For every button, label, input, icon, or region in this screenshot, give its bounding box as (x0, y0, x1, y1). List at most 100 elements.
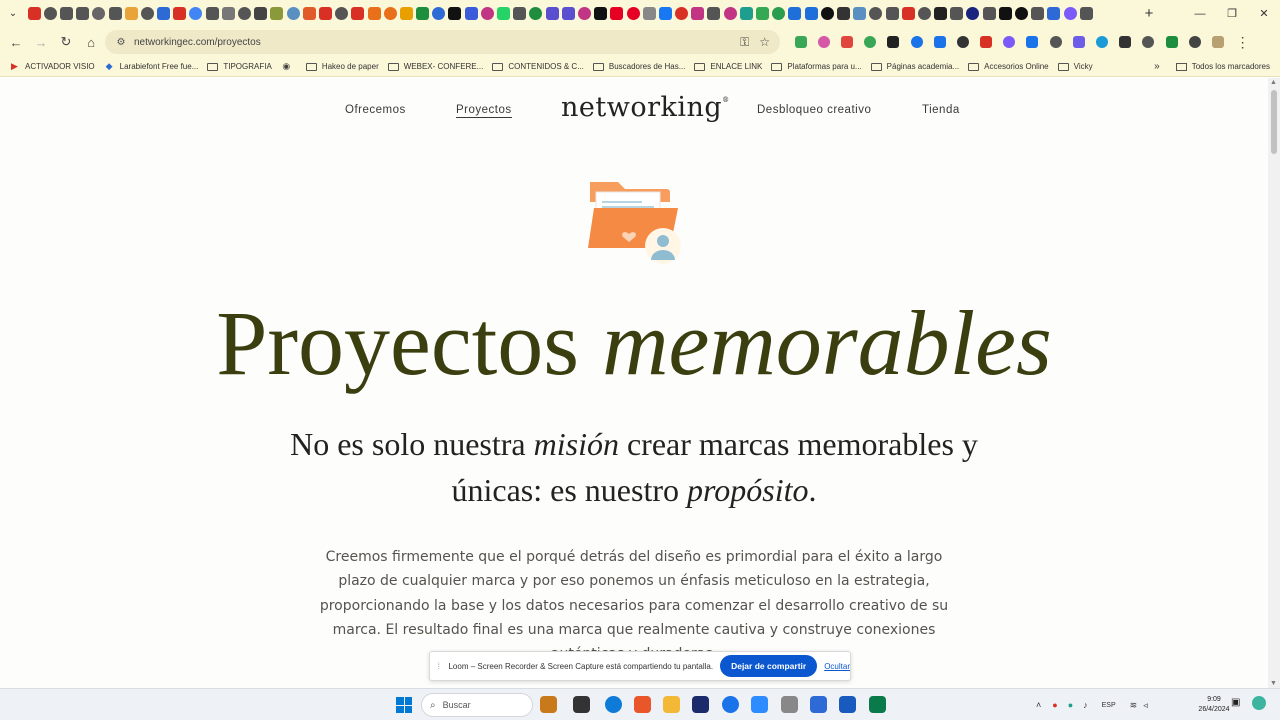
bookmark-item[interactable]: Plataformas para u... (771, 62, 862, 71)
extension-icon[interactable] (794, 36, 807, 48)
language-indicator[interactable]: ESP (1102, 702, 1116, 709)
taskbar-app-icon[interactable] (605, 696, 622, 713)
copilot-icon[interactable] (1252, 696, 1266, 710)
bookmark-item[interactable]: ◆ Larabiefont Free fue... (104, 61, 199, 72)
bookmark-item[interactable]: ▶ ACTIVADOR VISIO (9, 61, 95, 72)
extension-icon[interactable] (887, 36, 900, 48)
tab-favicon-icon[interactable] (76, 7, 90, 20)
tab-favicon-icon[interactable] (529, 7, 543, 20)
back-icon[interactable]: ← (4, 30, 28, 54)
close-button[interactable]: ✕ (1248, 0, 1280, 27)
bookmark-item[interactable]: WEBEX- CONFERE... (387, 62, 483, 71)
bookmarks-overflow-icon[interactable]: » (1154, 61, 1160, 72)
tab-favicon-icon[interactable] (820, 7, 834, 20)
taskbar-app-icon[interactable] (540, 696, 557, 713)
extension-icon[interactable] (1049, 36, 1062, 48)
tab-favicon-icon[interactable] (691, 7, 705, 20)
reload-icon[interactable]: ↻ (54, 30, 78, 54)
tray-overflow-icon[interactable]: ˄ (1036, 700, 1041, 710)
extension-icon[interactable] (864, 36, 877, 48)
extension-icon[interactable] (1072, 36, 1085, 48)
extension-icon[interactable] (1026, 36, 1039, 48)
tab-favicon-icon[interactable] (254, 7, 268, 20)
stop-sharing-button[interactable]: Dejar de compartir (720, 655, 818, 677)
taskbar-app-icon[interactable] (810, 696, 827, 713)
browser-menu-icon[interactable]: ⋮ (1236, 34, 1250, 51)
tab-favicon-icon[interactable] (173, 7, 187, 20)
bookmark-item[interactable]: TIPOGRAFIA (207, 62, 272, 71)
tab-favicon-icon[interactable] (335, 7, 349, 20)
tab-favicon-icon[interactable] (124, 7, 138, 20)
tab-favicon-icon[interactable] (448, 7, 462, 20)
taskbar-app-icon[interactable] (869, 696, 886, 713)
bookmark-item[interactable]: Vicky (1057, 62, 1093, 71)
tab-favicon-icon[interactable] (497, 7, 511, 20)
tab-favicon-icon[interactable] (836, 7, 850, 20)
minimize-button[interactable]: — (1184, 0, 1216, 27)
tab-favicon-icon[interactable] (642, 7, 656, 20)
volume-icon[interactable]: ◃ (1143, 700, 1148, 711)
tab-favicon-icon[interactable] (140, 7, 154, 20)
tab-favicon-icon[interactable] (950, 7, 964, 20)
taskbar-search[interactable]: ⌕ Buscar (421, 693, 533, 717)
tab-favicon-icon[interactable] (756, 7, 770, 20)
tab-favicon-icon[interactable] (788, 7, 802, 20)
scroll-thumb[interactable] (1271, 90, 1277, 154)
taskbar-app-icon[interactable] (839, 696, 856, 713)
tab-favicon-icon[interactable] (1015, 7, 1029, 20)
tab-favicon-icon[interactable] (480, 7, 494, 20)
taskbar-app-icon[interactable] (722, 696, 739, 713)
tab-favicon-icon[interactable] (772, 7, 786, 20)
new-tab-button[interactable]: + (1136, 5, 1162, 22)
tab-favicon-icon[interactable] (238, 7, 252, 20)
tab-favicon-icon[interactable] (416, 7, 430, 20)
site-logo[interactable]: networking® (561, 92, 730, 123)
microphone-icon[interactable]: ♪ (1083, 700, 1088, 710)
nav-tienda[interactable]: Tienda (922, 104, 960, 116)
bookmark-item[interactable]: Buscadores de Has... (592, 62, 685, 71)
drag-handle-icon[interactable]: ⁞ (432, 661, 445, 671)
bookmark-item[interactable]: CONTENIDOS & C... (492, 62, 584, 71)
tab-favicon-icon[interactable] (966, 7, 980, 20)
tray-app-icon[interactable]: ● (1052, 700, 1057, 710)
tab-favicon-icon[interactable] (658, 7, 672, 20)
tab-favicon-icon[interactable] (577, 7, 591, 20)
scroll-down-icon[interactable]: ▼ (1270, 680, 1277, 687)
extension-icon[interactable] (980, 36, 993, 48)
clock[interactable]: 9:09 26/4/2024 (1196, 695, 1232, 715)
url-text[interactable]: networkingec.com/proyectos (134, 37, 740, 48)
taskbar-app-icon[interactable] (692, 696, 709, 713)
bookmark-item[interactable]: Hakeo de paper (305, 62, 379, 71)
tab-favicon-icon[interactable] (464, 7, 478, 20)
home-icon[interactable]: ⌂ (79, 30, 103, 54)
tab-favicon-icon[interactable] (157, 7, 171, 20)
nav-desbloqueo-creativo[interactable]: Desbloqueo creativo (757, 104, 871, 116)
extension-icon[interactable] (1188, 36, 1201, 48)
star-icon[interactable]: ☆ (759, 35, 770, 49)
bookmark-item[interactable]: ◉ (281, 61, 297, 72)
extension-icon[interactable] (1165, 36, 1178, 48)
tab-favicon-icon[interactable] (901, 7, 915, 20)
tab-favicon-icon[interactable] (351, 7, 365, 20)
tab-favicon-icon[interactable] (561, 7, 575, 20)
all-bookmarks[interactable]: Todos los marcadores (1175, 62, 1270, 71)
tab-favicon-icon[interactable] (594, 7, 608, 20)
tab-favicon-icon[interactable] (998, 7, 1012, 20)
tab-favicon-icon[interactable] (270, 7, 284, 20)
tab-favicon-icon[interactable] (707, 7, 721, 20)
nav-proyectos[interactable]: Proyectos (456, 104, 512, 118)
extension-icon[interactable] (956, 36, 969, 48)
tab-favicon-icon[interactable] (43, 7, 57, 20)
extension-icon[interactable] (840, 36, 853, 48)
key-icon[interactable]: ⚿ (740, 35, 749, 50)
forward-icon[interactable]: → (29, 30, 53, 54)
tab-search-chevron-icon[interactable]: ⌄ (0, 0, 26, 27)
extension-icon[interactable] (933, 36, 946, 48)
tray-app-icon[interactable]: ● (1068, 700, 1073, 710)
tab-favicon-icon[interactable] (302, 7, 316, 20)
tab-favicon-icon[interactable] (399, 7, 413, 20)
tab-favicon-icon[interactable] (108, 7, 122, 20)
tab-favicon-icon[interactable] (59, 7, 73, 20)
extension-icon[interactable] (1096, 36, 1109, 48)
hide-banner-link[interactable]: Ocultar (824, 662, 850, 671)
